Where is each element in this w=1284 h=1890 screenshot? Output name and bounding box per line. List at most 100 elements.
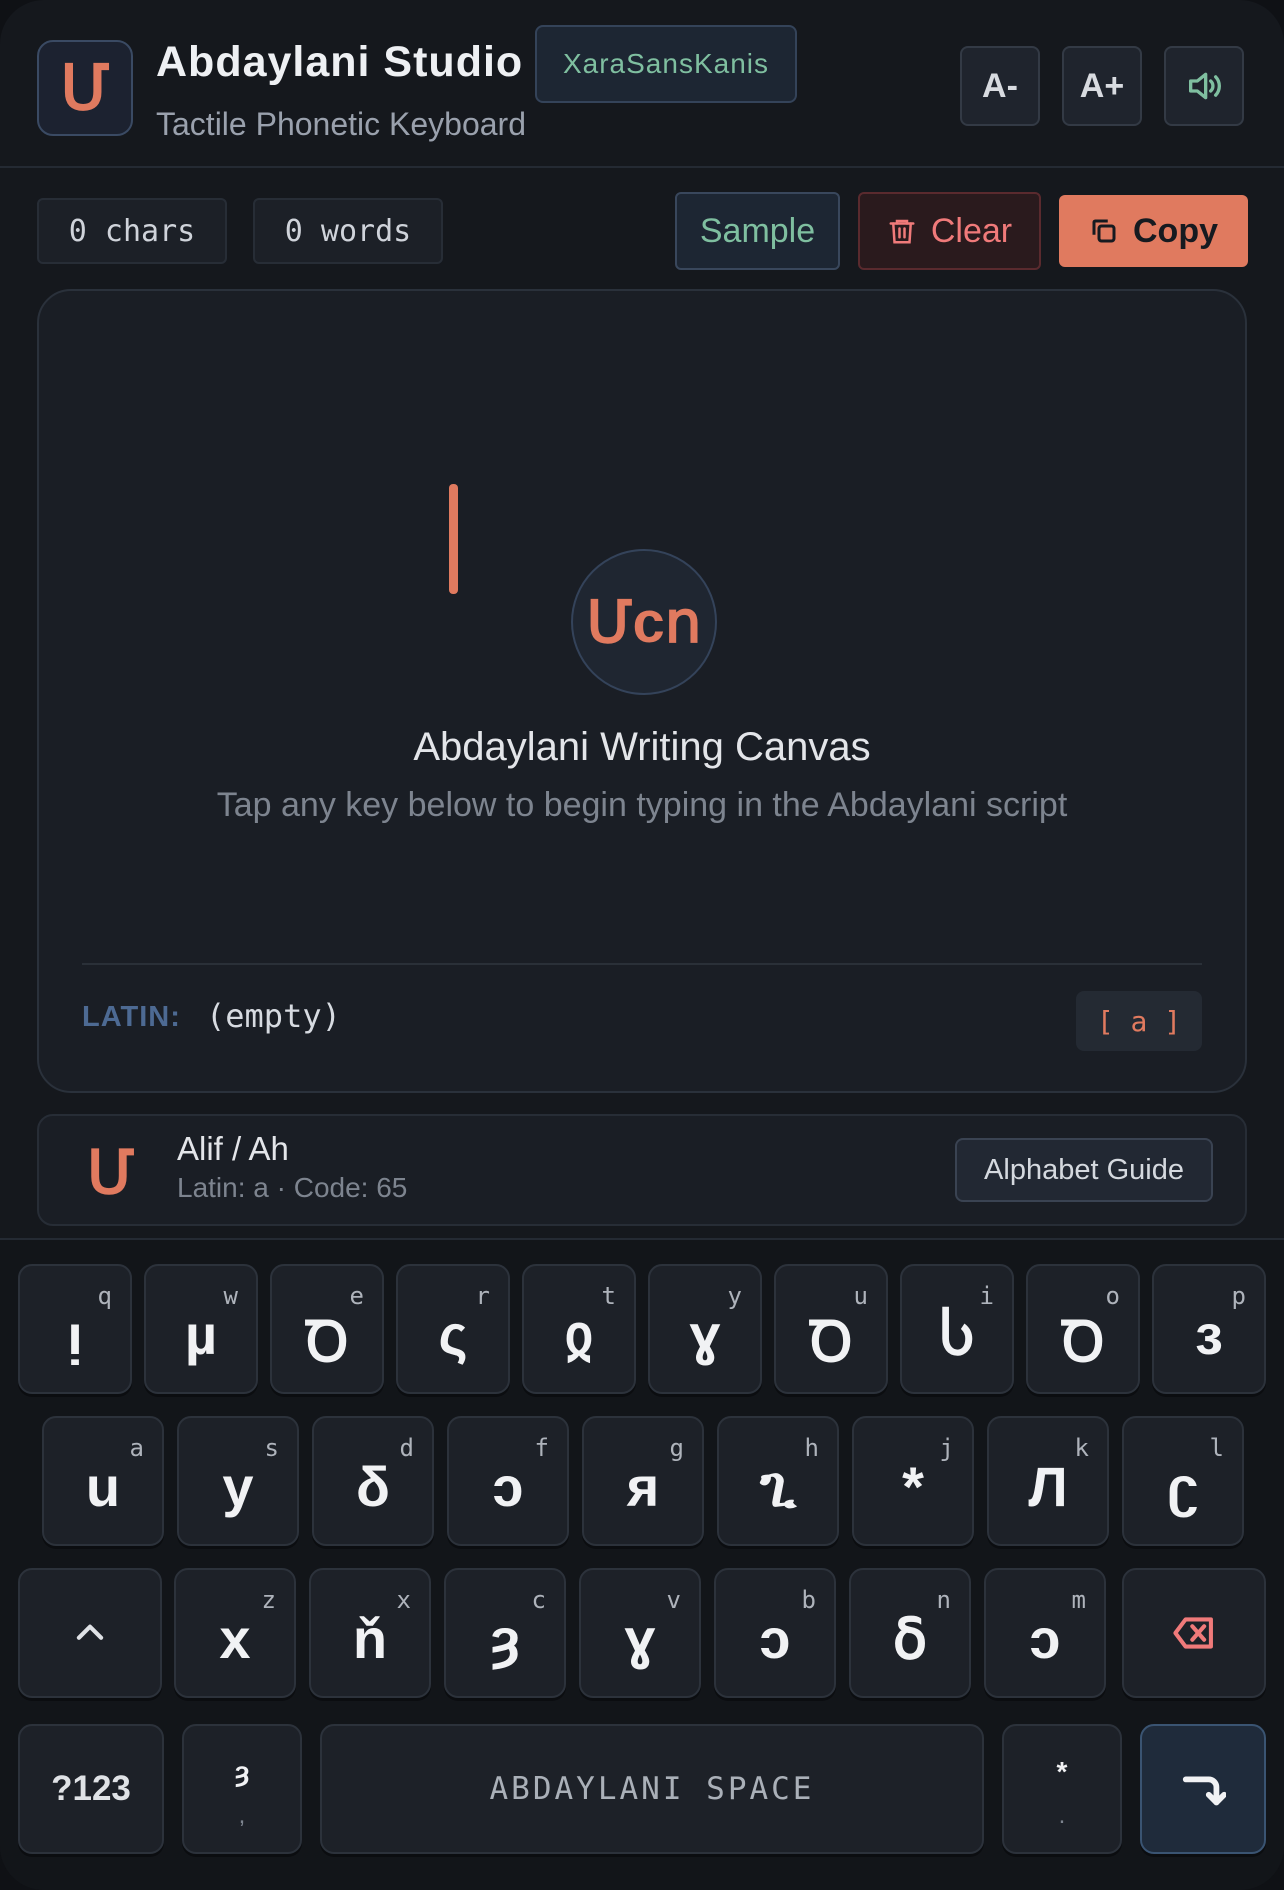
key-glyph: u (85, 1455, 121, 1518)
key-glyph: ጊ (760, 1455, 796, 1518)
key-f[interactable]: fɔ (447, 1416, 569, 1546)
font-badge[interactable]: XaraSansKanis (535, 25, 797, 103)
comma-glyph: ȝ (234, 1756, 250, 1787)
key-glyph: * (902, 1455, 924, 1518)
key-glyph: ɔ (759, 1607, 791, 1670)
key-glyph: ɔ (492, 1455, 524, 1518)
latin-label: LATIN: (82, 1001, 181, 1033)
key-m[interactable]: mɔ (984, 1568, 1106, 1698)
key-glyph: ჲ (564, 1303, 594, 1366)
key-q[interactable]: qᴉ (18, 1264, 132, 1394)
key-b[interactable]: bɔ (714, 1568, 836, 1698)
divider (82, 963, 1202, 965)
letter-name: Alif / Ah (177, 1130, 289, 1167)
canvas-title: Abdaylani Writing Canvas (413, 725, 871, 769)
space-key[interactable]: ABDAYLANI SPACE (320, 1724, 984, 1854)
key-t[interactable]: tჲ (522, 1264, 636, 1394)
key-glyph: Ⴑ (939, 1303, 975, 1366)
key-i[interactable]: iႱ (900, 1264, 1014, 1394)
clear-label: Clear (930, 211, 1013, 250)
letter-meta: Latin: a · Code: 65 (177, 1172, 408, 1203)
key-o[interactable]: oꝹ (1026, 1264, 1140, 1394)
key-glyph: Ꝺ (1061, 1310, 1105, 1373)
key-glyph: ɔ (1029, 1607, 1061, 1670)
logo-glyph: Մ (60, 54, 110, 123)
key-a[interactable]: au (42, 1416, 164, 1546)
font-increase-button[interactable]: A+ (1062, 46, 1142, 126)
font-decrease-button[interactable]: A- (960, 46, 1040, 126)
latin-value: (empty) (206, 997, 341, 1035)
key-glyph: ɣ (624, 1607, 656, 1670)
current-key-badge: [ a ] (1076, 991, 1202, 1051)
period-label: . (1058, 1802, 1066, 1829)
text-cursor (449, 484, 458, 594)
key-glyph: Л (1028, 1455, 1068, 1518)
key-glyph: ᴉ (67, 1303, 83, 1366)
copy-button[interactable]: Copy (1059, 195, 1248, 267)
writing-canvas[interactable]: Մcո Abdaylani Writing Canvas Tap any key… (37, 289, 1247, 1093)
key-c[interactable]: cȝ (444, 1568, 566, 1698)
key-glyph: Ꝺ (809, 1310, 853, 1373)
shift-icon (76, 1624, 104, 1640)
trash-icon (889, 219, 915, 244)
speaker-icon (1189, 72, 1221, 100)
mode-label: ?123 (51, 1769, 131, 1808)
comma-key[interactable]: ȝ , (182, 1724, 302, 1854)
key-k[interactable]: kЛ (987, 1416, 1109, 1546)
key-h[interactable]: hጊ (717, 1416, 839, 1546)
key-s[interactable]: sy (177, 1416, 299, 1546)
key-l[interactable]: lʗ (1122, 1416, 1244, 1546)
sound-button[interactable] (1164, 46, 1244, 126)
key-glyph: δ (356, 1455, 390, 1518)
backspace-key[interactable] (1122, 1568, 1266, 1698)
app-window: Մ Abdaylani Studio Tactile Phonetic Keyb… (0, 0, 1284, 1890)
key-r[interactable]: rς (396, 1264, 510, 1394)
info-glyph: Մ (87, 1139, 135, 1206)
sample-button[interactable]: Sample (675, 192, 840, 270)
mode-key[interactable]: ?123 (18, 1724, 164, 1854)
key-g[interactable]: gᴙ (582, 1416, 704, 1546)
enter-icon (1182, 1776, 1226, 1806)
key-glyph: ň (352, 1607, 388, 1670)
key-w[interactable]: wµ (144, 1264, 258, 1394)
key-glyph: Ꝺ (305, 1310, 349, 1373)
key-j[interactable]: j * (852, 1416, 974, 1546)
canvas-hint: Tap any key below to begin typing in the… (216, 786, 1068, 824)
key-v[interactable]: vɣ (579, 1568, 701, 1698)
copy-label: Copy (1133, 211, 1218, 250)
key-p[interactable]: pɜ (1152, 1264, 1266, 1394)
key-z[interactable]: zx (174, 1568, 296, 1698)
key-glyph: ʗ (1167, 1455, 1199, 1518)
key-glyph: ẟ (892, 1607, 928, 1670)
keyboard: qᴉwµeꝹrςtჲyɣuꝹiႱoꝹpɜ a u s y d δ f ɔ g ᴙ h ጊ j * k Лl ʗ … (0, 1238, 1284, 1890)
key-glyph: ɜ (1195, 1303, 1223, 1366)
enter-key[interactable] (1140, 1724, 1266, 1854)
letter-info-bar: Մ Alif / Ah Latin: a · Code: 65 Alphabet… (37, 1114, 1247, 1226)
period-glyph: * (1056, 1756, 1068, 1787)
key-u[interactable]: uꝹ (774, 1264, 888, 1394)
key-glyph: ᴙ (626, 1455, 660, 1518)
copy-icon (1092, 219, 1116, 243)
comma-label: , (238, 1802, 246, 1829)
char-count: 0 chars (37, 198, 227, 264)
key-d[interactable]: dδ (312, 1416, 434, 1546)
key-glyph: x (219, 1607, 251, 1670)
header: Մ Abdaylani Studio Tactile Phonetic Keyb… (0, 0, 1284, 168)
backspace-icon (1173, 1617, 1213, 1649)
key-glyph: ς (438, 1303, 468, 1366)
key-glyph: y (222, 1455, 254, 1518)
key-y[interactable]: yɣ (648, 1264, 762, 1394)
key-x[interactable]: xň (309, 1568, 431, 1698)
app-subtitle: Tactile Phonetic Keyboard (156, 106, 526, 142)
emblem-glyph: Մcո (586, 590, 702, 655)
shift-key[interactable] (18, 1568, 162, 1698)
key-glyph: µ (184, 1303, 218, 1366)
space-label: ABDAYLANI SPACE (489, 1771, 815, 1807)
alphabet-guide-button[interactable]: Alphabet Guide (955, 1138, 1213, 1202)
word-count: 0 words (253, 198, 443, 264)
key-n[interactable]: nẟ (849, 1568, 971, 1698)
key-e[interactable]: eꝹ (270, 1264, 384, 1394)
clear-button[interactable]: Clear (858, 192, 1041, 270)
app-logo: Մ (37, 40, 133, 136)
period-key[interactable]: * . (1002, 1724, 1122, 1854)
